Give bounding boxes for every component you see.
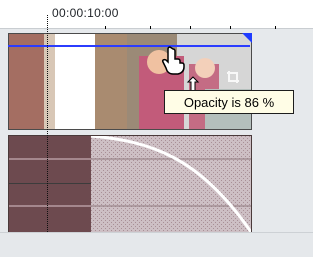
crop-icon[interactable]	[226, 70, 240, 84]
hand-cursor-icon	[162, 46, 185, 75]
audio-clip[interactable]	[8, 135, 252, 233]
opacity-envelope[interactable]	[8, 45, 250, 47]
timeline-bottom-strip	[0, 232, 313, 257]
playhead-cursor[interactable]	[47, 15, 49, 256]
timeline-area: 00:00:10:00 Opacity is 86 %	[0, 0, 313, 257]
timecode-label: 00:00:10:00	[52, 6, 119, 20]
video-clip[interactable]	[8, 33, 252, 130]
opacity-tooltip: Opacity is 86 %	[164, 90, 294, 114]
audio-waveform	[9, 136, 251, 232]
fade-corner-icon[interactable]	[242, 33, 252, 43]
